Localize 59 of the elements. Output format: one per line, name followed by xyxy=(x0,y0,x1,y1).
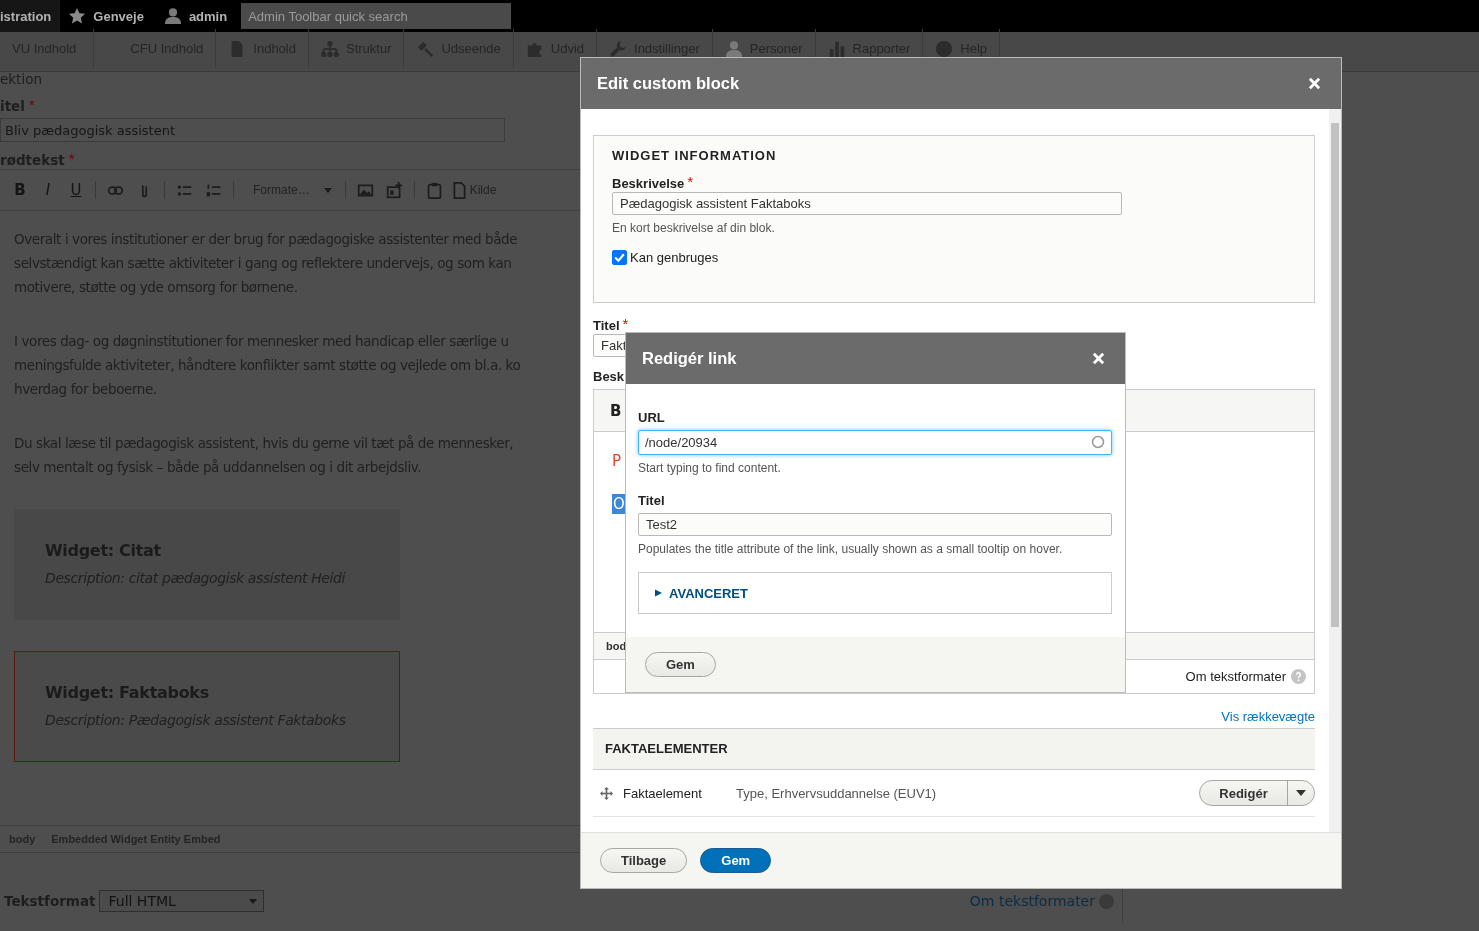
field-label: Titel xyxy=(638,493,666,508)
fieldset-legend: WIDGET INFORMATION xyxy=(612,148,1296,163)
table-cell-text: Type, Erhvervsuddannelse (EUV1) xyxy=(736,785,938,801)
advanced-toggle[interactable]: AVANCERET xyxy=(655,585,748,601)
close-icon[interactable] xyxy=(1308,77,1321,90)
field-label: Titel xyxy=(593,318,620,333)
italic-button[interactable]: I xyxy=(36,180,60,200)
checkbox[interactable] xyxy=(612,250,627,265)
close-icon[interactable] xyxy=(1092,352,1105,365)
show-weights-link[interactable]: Vis rækkevægte xyxy=(1221,709,1315,724)
spinner-icon xyxy=(1091,435,1105,449)
required-mark: * xyxy=(622,318,629,330)
field-help: Populates the title attribute of the link, usually shown as a small tooltip on hover. xyxy=(638,542,1064,556)
path-item[interactable]: bod xyxy=(606,640,627,652)
required-mark: * xyxy=(68,152,75,166)
back-button[interactable]: Tilbage xyxy=(600,848,688,873)
field-label: URL xyxy=(638,410,666,425)
selected-text: O xyxy=(612,494,626,514)
field-help: En kort beskrivelse af din blok. xyxy=(612,221,776,235)
url-field[interactable]: /node/20934 xyxy=(638,430,1112,455)
table-cell-text: Faktaelement xyxy=(623,785,703,801)
toolbar-item[interactable]: Genveje xyxy=(60,0,156,32)
wrench-icon xyxy=(609,39,627,58)
widget-icon[interactable] xyxy=(385,181,403,199)
sitemap-icon xyxy=(320,39,339,58)
bold-button[interactable]: B xyxy=(8,180,32,200)
caret-icon xyxy=(249,898,258,904)
user-icon xyxy=(724,39,743,58)
star-icon xyxy=(68,7,87,25)
caret-icon xyxy=(323,187,332,193)
field-help: Start typing to find content. xyxy=(638,461,782,475)
save-button[interactable]: Gem xyxy=(700,848,772,873)
toolbar-item[interactable]: admin xyxy=(155,0,240,32)
field-label: Beskrivelse xyxy=(612,176,685,191)
drag-handle-icon[interactable] xyxy=(600,786,613,800)
scrollbar[interactable] xyxy=(1329,109,1341,832)
table-header: FAKTAELEMENTER xyxy=(593,729,1315,770)
caret-icon xyxy=(1296,790,1306,796)
toolbar-item[interactable]: istration xyxy=(0,0,61,32)
search-field[interactable]: Admin Toolbar quick search xyxy=(241,3,512,29)
dialog-title: Edit custom block xyxy=(597,74,740,93)
field-label: Besk xyxy=(593,369,626,384)
bar-chart-icon xyxy=(827,39,846,58)
format-select[interactable]: Full HTML xyxy=(99,890,265,912)
user-icon xyxy=(163,7,182,25)
text-format-link[interactable]: Om tekstformater xyxy=(969,893,1095,909)
save-button[interactable]: Gem xyxy=(645,652,716,677)
editor-text: P xyxy=(612,452,622,470)
bold-button[interactable]: B xyxy=(610,401,622,420)
required-mark: * xyxy=(28,98,35,112)
underline-button[interactable]: U xyxy=(64,180,88,200)
required-mark: * xyxy=(687,176,694,188)
checkbox-label: Kan genbruges xyxy=(630,250,719,265)
dialog-title: Redigér link xyxy=(642,349,737,368)
description-field[interactable]: Pædagogisk assistent Faktaboks xyxy=(612,192,1122,215)
paste-icon[interactable] xyxy=(425,181,443,199)
title-field[interactable]: Bliv pædagogisk assistent xyxy=(0,118,505,142)
text-format-link[interactable]: Om tekstformater xyxy=(1185,669,1286,684)
title-field[interactable]: Test2 xyxy=(638,513,1112,536)
